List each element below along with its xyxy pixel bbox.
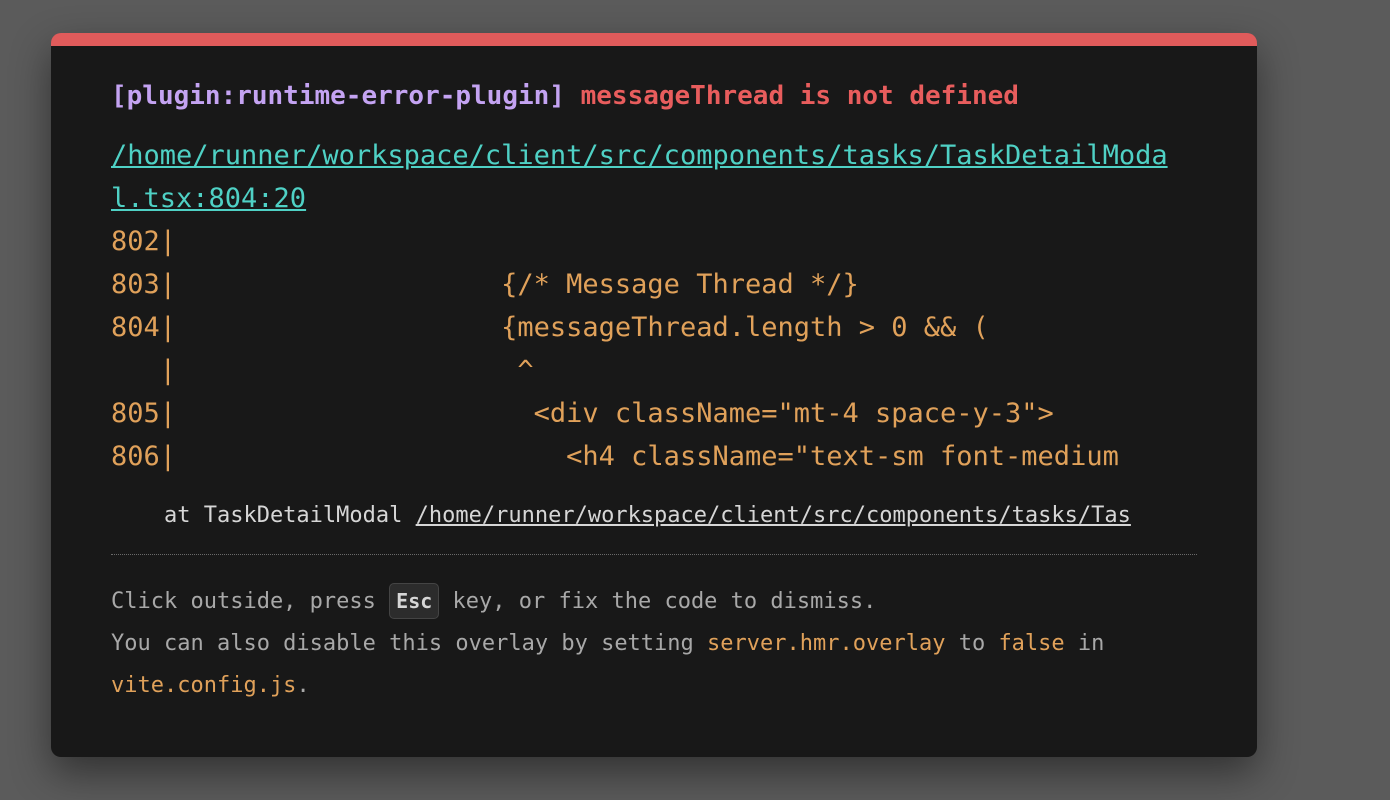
code-frame-line: 804| {messageThread.length > 0 && (	[111, 312, 989, 343]
tip-text: .	[296, 673, 310, 698]
error-message: [plugin:runtime-error-plugin] messageThr…	[111, 80, 1201, 112]
error-overlay-window: [plugin:runtime-error-plugin] messageThr…	[51, 33, 1257, 757]
esc-key-badge: Esc	[389, 583, 440, 619]
config-file: vite.config.js	[111, 673, 297, 698]
tip-text: You can also disable this overlay by set…	[111, 631, 708, 656]
code-frame-line: 803| {/* Message Thread */}	[111, 269, 859, 300]
divider	[111, 554, 1197, 555]
dismiss-tip: Click outside, press Esc key, or fix the…	[111, 581, 1197, 707]
error-content: [plugin:runtime-error-plugin] messageThr…	[111, 80, 1201, 707]
error-text: messageThread is not defined	[580, 81, 1019, 111]
code-frame-line: 802|	[111, 226, 177, 257]
tip-text: Click outside, press	[111, 589, 390, 614]
config-value: false	[998, 631, 1065, 656]
tip-text: to	[945, 631, 999, 656]
stack-file-link[interactable]: /home/runner/workspace/client/src/compon…	[416, 503, 1131, 528]
code-frame-line: 805| <div className="mt-4 space-y-3">	[111, 398, 1054, 429]
code-frame: 802| 803| {/* Message Thread */} 804| {m…	[111, 220, 1201, 478]
tip-text: in	[1064, 631, 1105, 656]
stack-prefix: at TaskDetailModal	[111, 503, 416, 528]
code-frame-line: | ^	[111, 355, 534, 386]
config-option: server.hmr.overlay	[707, 631, 946, 656]
stack-trace: at TaskDetailModal /home/runner/workspac…	[111, 498, 1197, 534]
tip-text: key, or fix the code to dismiss.	[439, 589, 877, 614]
code-frame-line: 806| <h4 className="text-sm font-medium	[111, 441, 1119, 472]
plugin-name: [plugin:runtime-error-plugin]	[111, 81, 565, 111]
error-file-link[interactable]: /home/runner/workspace/client/src/compon…	[111, 134, 1191, 220]
